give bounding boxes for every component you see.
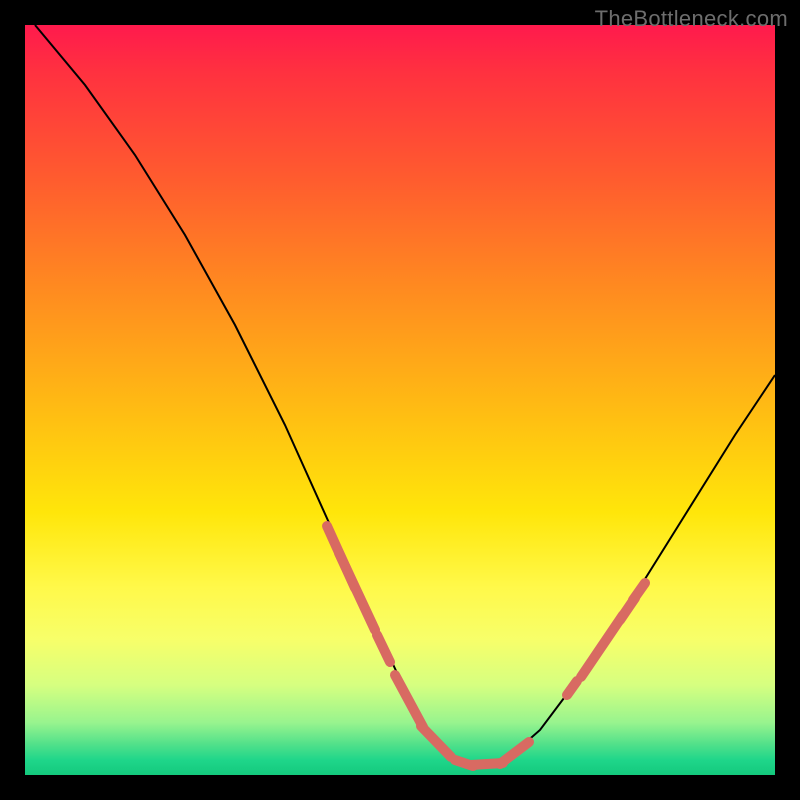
highlight-dash xyxy=(581,615,623,677)
highlight-dash xyxy=(633,583,645,600)
highlight-dash xyxy=(377,635,390,662)
highlight-dash xyxy=(567,681,577,695)
bottleneck-curve-svg xyxy=(25,25,775,775)
watermark-text: TheBottleneck.com xyxy=(595,6,788,32)
highlight-dash xyxy=(339,553,375,630)
chart-area xyxy=(25,25,775,775)
highlight-segments xyxy=(327,526,645,766)
highlight-dash xyxy=(421,726,451,757)
bottleneck-curve xyxy=(35,25,775,765)
highlight-dash xyxy=(500,742,529,764)
highlight-dash xyxy=(395,675,423,727)
